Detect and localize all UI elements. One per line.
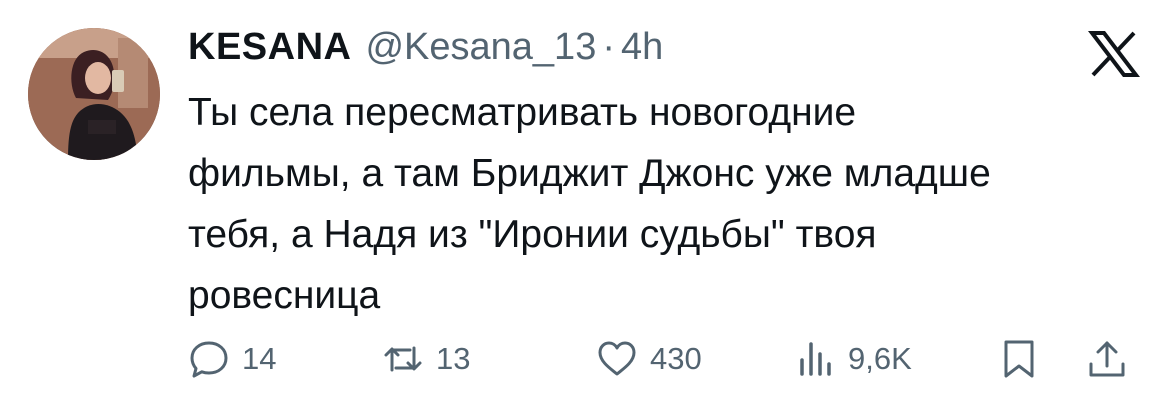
speech-bubble-icon bbox=[190, 341, 228, 378]
retweet-arrows-icon bbox=[384, 346, 422, 372]
tweet-header: KESANA @Kesana_13 · 4h bbox=[188, 26, 663, 69]
separator-dot: · bbox=[602, 26, 615, 68]
heart-icon bbox=[598, 341, 636, 376]
x-logo-icon bbox=[1088, 31, 1140, 77]
bookmark-button[interactable] bbox=[998, 334, 1040, 384]
retweet-button[interactable]: 13 bbox=[382, 334, 470, 384]
tweet-timestamp[interactable]: 4h bbox=[621, 26, 663, 69]
share-upload-icon bbox=[1089, 341, 1125, 377]
views-button[interactable]: 9,6K bbox=[794, 334, 912, 384]
views-count: 9,6K bbox=[848, 341, 912, 376]
like-button[interactable]: 430 bbox=[596, 334, 702, 384]
avatar-photo bbox=[28, 28, 160, 160]
retweet-count: 13 bbox=[436, 341, 471, 376]
reply-button[interactable]: 14 bbox=[188, 334, 276, 384]
bookmark-icon bbox=[1004, 340, 1034, 378]
avatar[interactable] bbox=[28, 28, 160, 160]
reply-count: 14 bbox=[242, 341, 277, 376]
tweet-text: Ты села пересматривать новогодние фильмы… bbox=[188, 91, 991, 317]
bar-chart-icon bbox=[800, 342, 831, 376]
share-button[interactable] bbox=[1086, 334, 1128, 384]
author-name[interactable]: KESANA bbox=[188, 26, 351, 69]
author-handle[interactable]: @Kesana_13 bbox=[365, 26, 596, 69]
like-count: 430 bbox=[650, 341, 702, 376]
tweet-actions: 14 13 430 9,6K bbox=[188, 334, 1148, 384]
